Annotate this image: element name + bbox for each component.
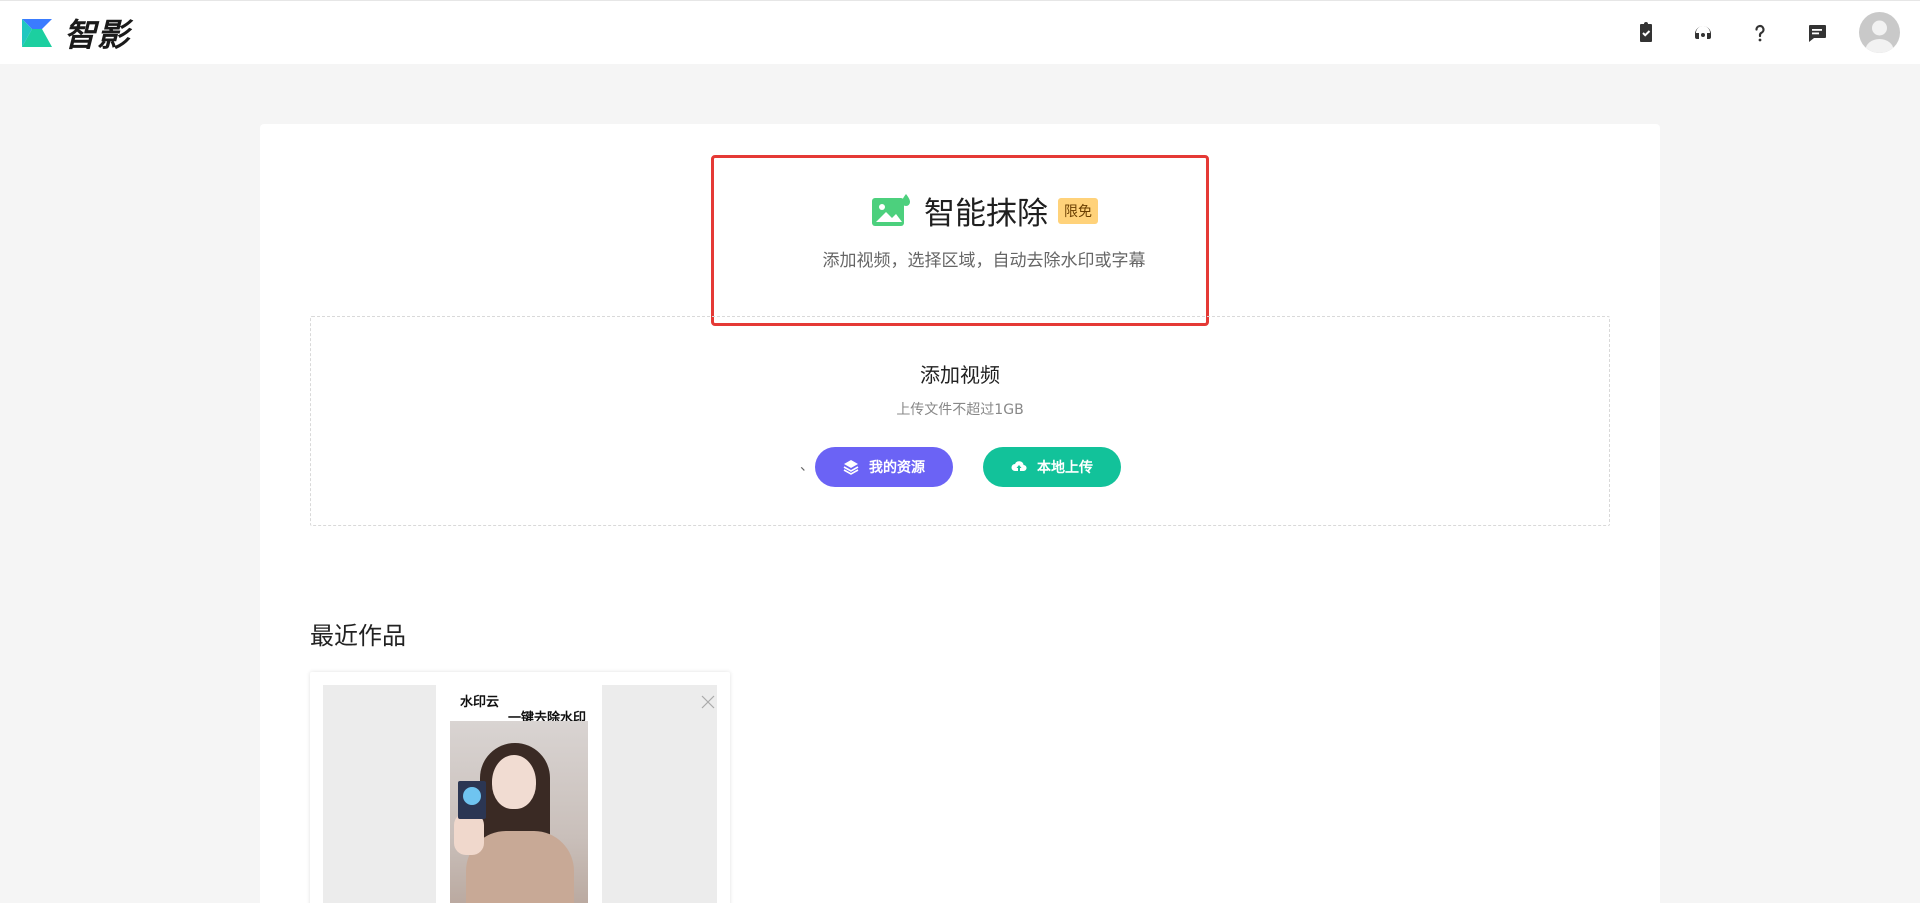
layers-icon [843, 460, 859, 475]
work-thumbnail: 水印云 一键去除水印 [323, 685, 717, 903]
my-resources-label: 我的资源 [869, 459, 925, 475]
watermark-logo [458, 781, 486, 819]
user-avatar-icon [1865, 20, 1894, 53]
local-upload-label: 本地上传 [1037, 459, 1093, 475]
feature-title: 智能抹除 [924, 196, 1048, 232]
recent-work-card[interactable]: 水印云 一键去除水印 [310, 672, 730, 903]
brand-name: 智影 [64, 16, 131, 54]
highlight-box [711, 155, 1209, 326]
top-header: 智影 [0, 0, 1920, 64]
feature-subtitle: 添加视频，选择区域，自动去除水印或字幕 [822, 251, 1146, 271]
cloud-upload-icon [1011, 461, 1027, 472]
upload-title: 添加视频 [920, 363, 1000, 387]
brand-logo-icon [22, 19, 52, 47]
feature-header: 智能抹除 限免 [260, 188, 1660, 233]
separator-mark: 、 [800, 458, 814, 474]
clipboard-check-icon[interactable] [1632, 19, 1660, 47]
headset-icon[interactable] [1689, 19, 1717, 47]
local-upload-button[interactable]: 本地上传 [983, 447, 1121, 487]
upload-dropzone[interactable]: 添加视频 上传文件不超过1GB 、 我的资源 本地上传 [310, 316, 1610, 526]
my-resources-button[interactable]: 我的资源 [815, 447, 953, 487]
upload-size-limit: 上传文件不超过1GB [896, 402, 1024, 418]
message-icon[interactable] [1803, 19, 1831, 47]
thumb-text-line1: 水印云 [460, 695, 500, 710]
user-avatar[interactable] [1859, 12, 1900, 53]
person-photo [450, 721, 588, 903]
close-icon[interactable] [700, 694, 716, 710]
main-card: 智能抹除 限免 添加视频，选择区域，自动去除水印或字幕 添加视频 上传文件不超过… [260, 124, 1660, 903]
image-erase-icon [872, 193, 910, 226]
work-preview-image: 水印云 一键去除水印 [436, 685, 602, 903]
free-badge: 限免 [1058, 197, 1098, 224]
brand-logo[interactable]: 智影 [20, 15, 130, 54]
help-icon[interactable] [1746, 19, 1774, 47]
recent-works-title: 最近作品 [310, 622, 406, 650]
